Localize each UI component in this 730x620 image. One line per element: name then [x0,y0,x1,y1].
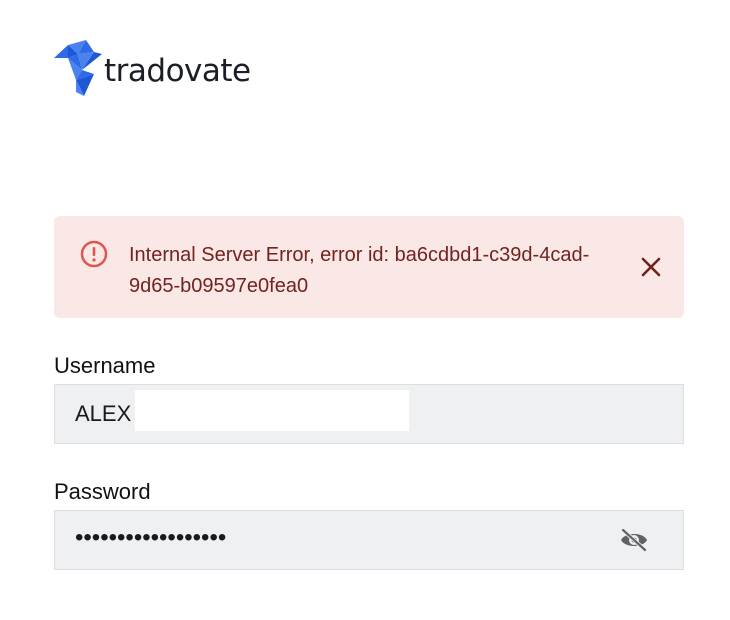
close-icon[interactable] [640,256,662,278]
tradovate-logo: tradovate [54,40,251,96]
tradovate-logo-mark-icon [54,40,102,96]
login-page: tradovate Internal Server Error, error i… [0,0,730,620]
username-value: ALEX [75,401,132,426]
username-label: Username [54,353,156,378]
password-masked-value: •••••••••••••••••• [75,524,227,551]
error-circle-icon [80,240,108,268]
password-label: Password [54,479,151,504]
error-alert: Internal Server Error, error id: ba6cdbd… [54,216,684,318]
username-field[interactable]: ALEX [54,384,684,444]
brand-name: tradovate [104,53,251,89]
error-message: Internal Server Error, error id: ba6cdbd… [129,244,590,297]
password-field[interactable]: •••••••••••••••••• [54,510,684,570]
redaction-block [135,390,409,431]
eye-off-icon[interactable] [619,528,649,552]
